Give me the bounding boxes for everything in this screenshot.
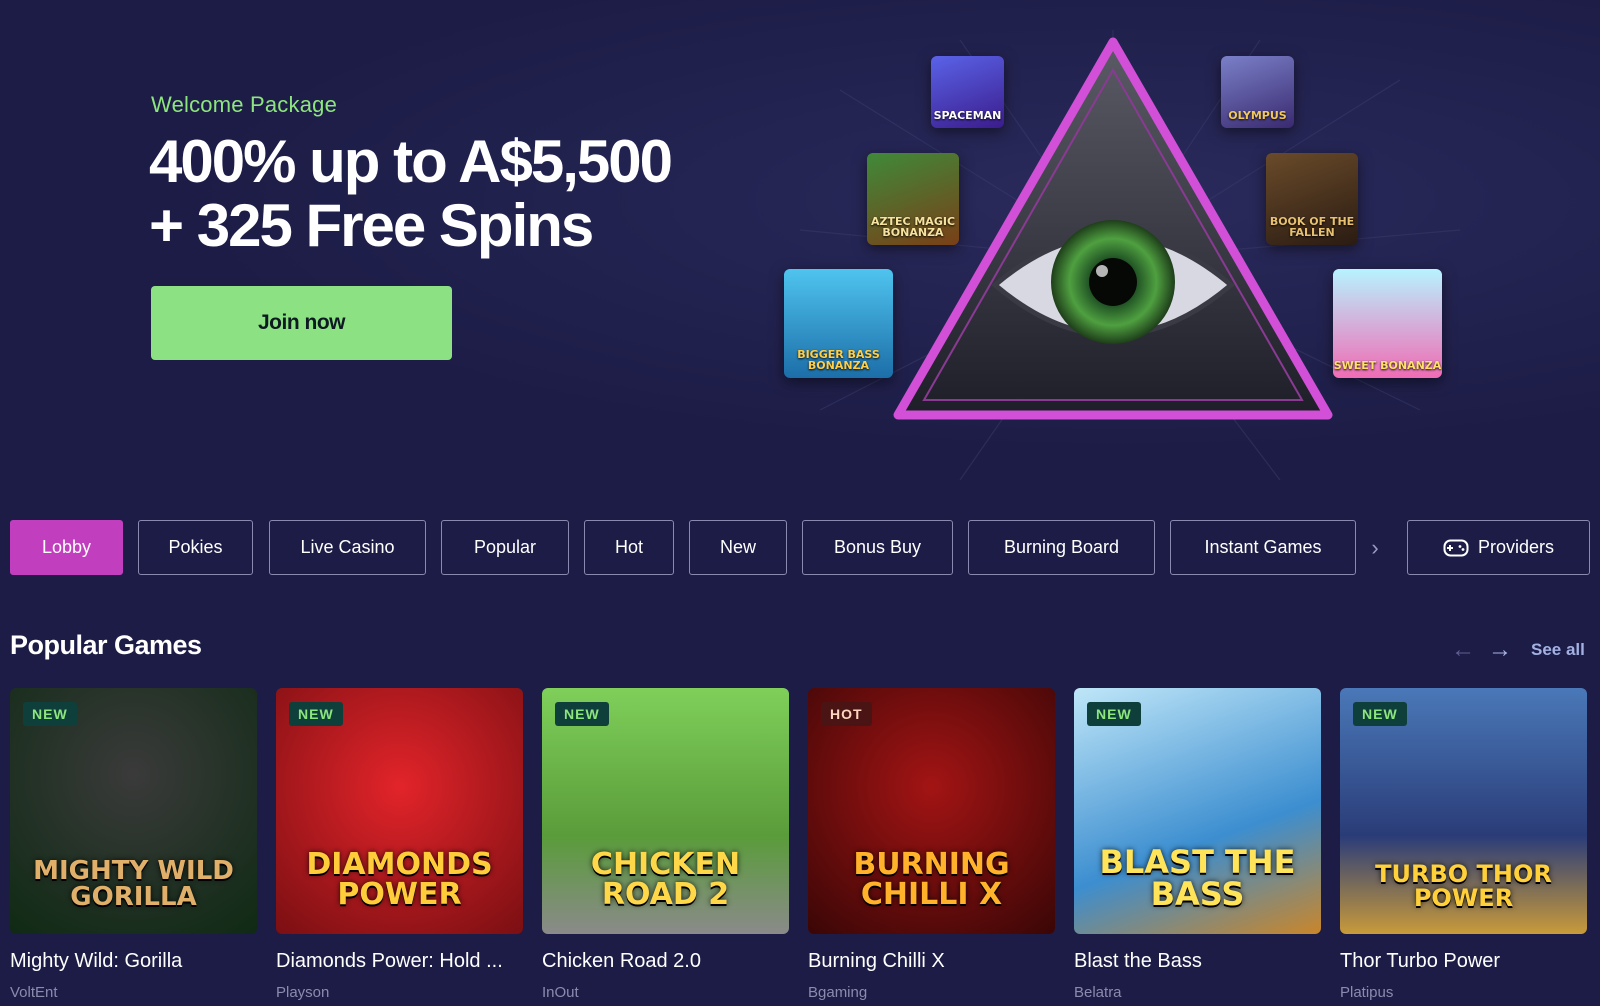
tab-instant-games[interactable]: Instant Games [1170,520,1356,575]
game-provider: Belatra [1074,984,1122,1001]
providers-button[interactable]: Providers [1407,520,1590,575]
tile-label: AZTEC MAGIC BONANZA [870,214,956,240]
game-thumbnail[interactable]: MIGHTY WILD GORILLA NEW [10,688,257,934]
game-title[interactable]: Chicken Road 2.0 [542,950,789,973]
join-now-button[interactable]: Join now [151,286,452,360]
hero-artwork: SPACEMAN OLYMPUS AZTEC MAGIC BONANZA BOO… [780,30,1480,490]
game-card[interactable]: BURNING CHILLI X HOT Burning Chilli X Bg… [808,688,1055,1006]
tab-hot[interactable]: Hot [584,520,674,575]
game-card[interactable]: TURBO THOR POWER NEW Thor Turbo Power Pl… [1340,688,1587,1006]
game-tile-olympus: OLYMPUS [1221,56,1294,128]
all-seeing-eye-illustration [799,30,1461,481]
popular-games-row: MIGHTY WILD GORILLA NEW Mighty Wild: Gor… [10,688,1590,1006]
gamepad-icon [1443,539,1469,556]
game-card[interactable]: MIGHTY WILD GORILLA NEW Mighty Wild: Gor… [10,688,257,1006]
game-title[interactable]: Blast the Bass [1074,950,1321,973]
game-tile-spaceman: SPACEMAN [931,56,1004,128]
arrow-left-icon[interactable]: ← [1451,636,1475,664]
tab-pokies[interactable]: Pokies [138,520,253,575]
game-art-title: TURBO THOR POWER [1375,860,1552,912]
game-tile-book-of-the-fallen: BOOK OF THE FALLEN [1266,153,1358,245]
tab-bonus-buy[interactable]: Bonus Buy [802,520,953,575]
new-badge: NEW [1087,702,1141,726]
hero-title-line-2: + 325 Free Spins [149,192,594,259]
game-card[interactable]: BLAST THE BASS NEW Blast the Bass Belatr… [1074,688,1321,1006]
game-tile-aztec-magic-bonanza: AZTEC MAGIC BONANZA [867,153,959,245]
hero-title: 400% up to A$5,500 + 325 Free Spins [149,130,849,258]
game-art-title: MIGHTY WILD GORILLA [33,856,234,912]
providers-label: Providers [1477,537,1555,557]
game-art-title: DIAMONDS POWER [306,847,493,912]
game-provider: Platipus [1340,984,1394,1001]
game-thumbnail[interactable]: TURBO THOR POWER NEW [1340,688,1587,934]
tab-new[interactable]: New [689,520,787,575]
chevron-right-icon[interactable]: › [1364,534,1386,562]
game-tile-sweet-bonanza: SWEET BONANZA [1333,269,1442,378]
game-art-title: BURNING CHILLI X [853,847,1010,912]
game-provider: Playson [276,984,330,1001]
tab-burning-board[interactable]: Burning Board [968,520,1155,575]
tile-label: SWEET BONANZA [1333,359,1442,373]
arrow-right-icon[interactable]: → [1488,636,1512,664]
tab-lobby[interactable]: Lobby [10,520,123,575]
tab-popular[interactable]: Popular [441,520,569,575]
tile-label: SPACEMAN [933,109,1002,123]
game-title[interactable]: Burning Chilli X [808,950,1055,973]
tab-live-casino[interactable]: Live Casino [269,520,426,575]
game-thumbnail[interactable]: BLAST THE BASS NEW [1074,688,1321,934]
welcome-package-label: Welcome Package [151,92,338,117]
hot-badge: HOT [821,702,872,726]
tile-label: BIGGER BASS BONANZA [797,347,880,373]
game-art-title: BLAST THE BASS [1099,843,1296,913]
new-badge: NEW [1353,702,1407,726]
new-badge: NEW [555,702,609,726]
category-tabs: Lobby Pokies Live Casino Popular Hot New… [10,520,1590,575]
game-provider: Bgaming [808,984,868,1001]
game-thumbnail[interactable]: CHICKEN ROAD 2 NEW [542,688,789,934]
game-thumbnail[interactable]: DIAMONDS POWER NEW [276,688,523,934]
see-all-link[interactable]: See all [1531,640,1585,660]
new-badge: NEW [23,702,77,726]
game-title[interactable]: Mighty Wild: Gorilla [10,950,257,973]
game-provider: VoltEnt [10,984,58,1001]
hero-banner: Welcome Package 400% up to A$5,500 + 325… [0,0,1600,500]
section-title-popular-games: Popular Games [10,630,202,660]
tile-label: OLYMPUS [1228,109,1287,123]
game-tile-bigger-bass-bonanza: BIGGER BASS BONANZA [784,269,893,378]
game-thumbnail[interactable]: BURNING CHILLI X HOT [808,688,1055,934]
game-card[interactable]: DIAMONDS POWER NEW Diamonds Power: Hold … [276,688,523,1006]
game-art-title: CHICKEN ROAD 2 [590,847,741,912]
game-provider: InOut [542,984,579,1001]
new-badge: NEW [289,702,343,726]
game-card[interactable]: CHICKEN ROAD 2 NEW Chicken Road 2.0 InOu… [542,688,789,1006]
tile-label: BOOK OF THE FALLEN [1269,214,1355,240]
game-title[interactable]: Diamonds Power: Hold ... [276,950,523,973]
game-title[interactable]: Thor Turbo Power [1340,950,1587,973]
hero-title-line-1: 400% up to A$5,500 [149,128,673,195]
